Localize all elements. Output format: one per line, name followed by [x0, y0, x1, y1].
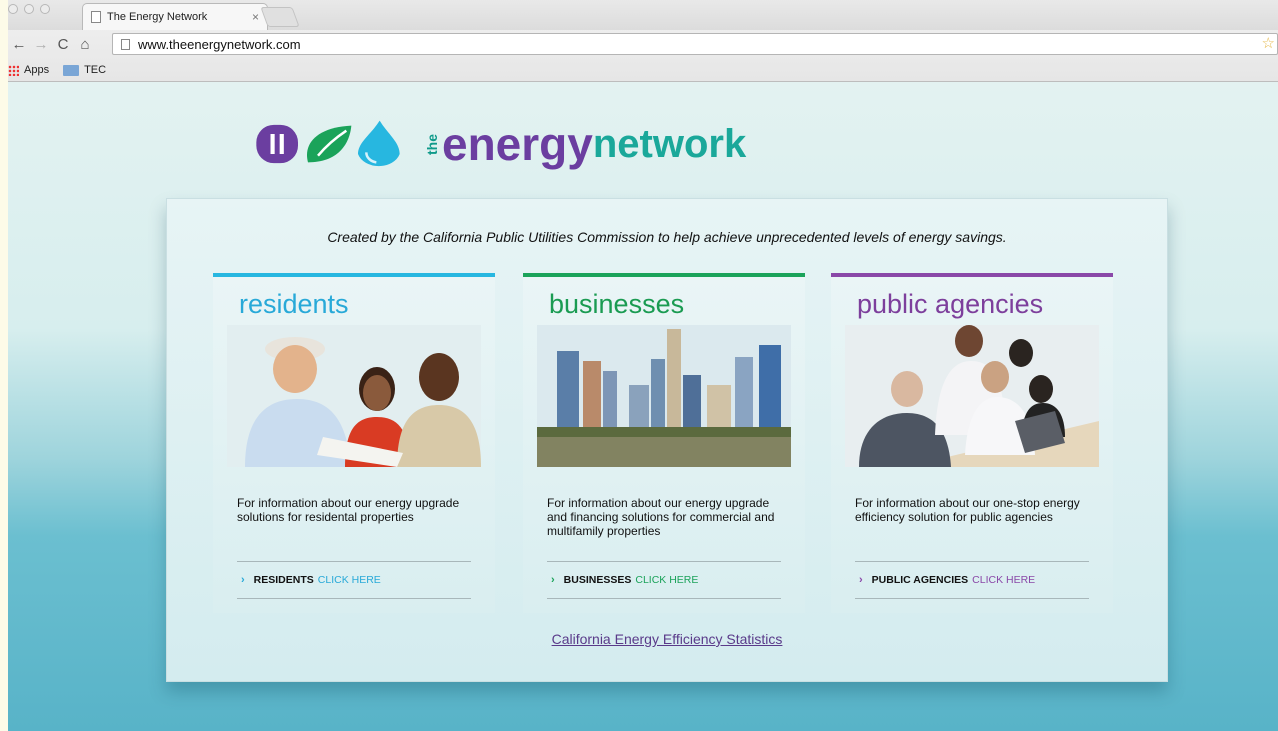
public-agencies-link[interactable]: › PUBLIC AGENCIES CLICK HERE [855, 561, 1089, 599]
link-label: PUBLIC AGENCIES [871, 574, 969, 586]
reload-icon[interactable]: C [52, 36, 74, 53]
businesses-link[interactable]: › BUSINESSES CLICK HERE [547, 561, 781, 599]
folder-icon [63, 64, 80, 76]
bookmarks-bar: Apps TEC [8, 60, 1278, 80]
logo-energy: energy [442, 118, 593, 170]
chevron-right-icon: › [551, 574, 555, 586]
back-icon[interactable]: ← [8, 36, 30, 53]
maximize-window-button[interactable] [40, 4, 50, 14]
card-accent-bar [213, 273, 495, 277]
minimize-window-button[interactable] [24, 4, 34, 14]
residents-photo [227, 325, 481, 467]
window-controls [8, 4, 50, 14]
link-label: BUSINESSES [563, 574, 632, 586]
card-heading: businesses [549, 289, 685, 319]
page-icon [121, 38, 130, 50]
click-here-link[interactable]: CLICK HERE [635, 574, 698, 586]
browser-tab[interactable]: The Energy Network × [82, 3, 268, 30]
browser-toolbar: ← → C ⌂ www.theenergynetwork.com ☆ [8, 30, 1278, 58]
page-content: the energy network Created by the Califo… [8, 82, 1278, 731]
office-team-photo [845, 325, 1099, 467]
home-icon[interactable]: ⌂ [74, 36, 96, 53]
close-window-button[interactable] [8, 4, 18, 14]
tab-strip: The Energy Network × [8, 0, 1278, 30]
card-residents: residents For information about our ener… [213, 273, 495, 613]
click-here-link[interactable]: CLICK HERE [318, 574, 381, 586]
card-heading: residents [239, 289, 349, 319]
content-panel: Created by the California Public Utiliti… [166, 198, 1168, 682]
browser-window: The Energy Network × ← → C ⌂ www.theener… [8, 0, 1278, 82]
card-heading: public agencies [857, 289, 1044, 319]
card-public-agencies: public agencies For information about ou… [831, 273, 1113, 613]
bookmark-label: TEC [84, 64, 107, 76]
tab-title: The Energy Network [107, 11, 208, 23]
logo-network: network [592, 121, 747, 166]
url-text: www.theenergynetwork.com [138, 36, 301, 52]
page-icon [91, 11, 101, 23]
star-icon[interactable]: ☆ [1262, 34, 1275, 52]
city-skyline-photo [537, 325, 791, 467]
logo-emblem-icon [256, 120, 400, 167]
tagline: Created by the California Public Utiliti… [327, 229, 1007, 245]
card-accent-bar [831, 273, 1113, 277]
bookmark-label: Apps [24, 64, 50, 76]
click-here-link[interactable]: CLICK HERE [972, 574, 1035, 586]
logo-the: the [424, 133, 440, 155]
card-accent-bar [523, 273, 805, 277]
new-tab-button[interactable] [260, 7, 300, 27]
card-description: For information about our energy upgrade… [547, 496, 775, 538]
link-label: RESIDENTS [253, 574, 314, 586]
apps-grid-icon [8, 64, 19, 76]
address-bar[interactable]: www.theenergynetwork.com ☆ [112, 33, 1278, 55]
bookmark-tec[interactable]: TEC [63, 64, 106, 76]
card-description: For information about our one-stop energ… [855, 496, 1080, 524]
chevron-right-icon: › [859, 574, 863, 586]
card-description: For information about our energy upgrade… [237, 496, 460, 524]
forward-icon[interactable]: → [30, 36, 52, 53]
tab-close-icon[interactable]: × [252, 10, 259, 24]
energy-statistics-link[interactable]: California Energy Efficiency Statistics [167, 631, 1167, 647]
site-logo[interactable]: the energy network [240, 112, 746, 176]
card-businesses: businesses For information about our ene… [523, 273, 805, 613]
residents-link[interactable]: › RESIDENTS CLICK HERE [237, 561, 471, 599]
bookmark-apps[interactable]: Apps [8, 64, 49, 76]
chevron-right-icon: › [241, 574, 245, 586]
